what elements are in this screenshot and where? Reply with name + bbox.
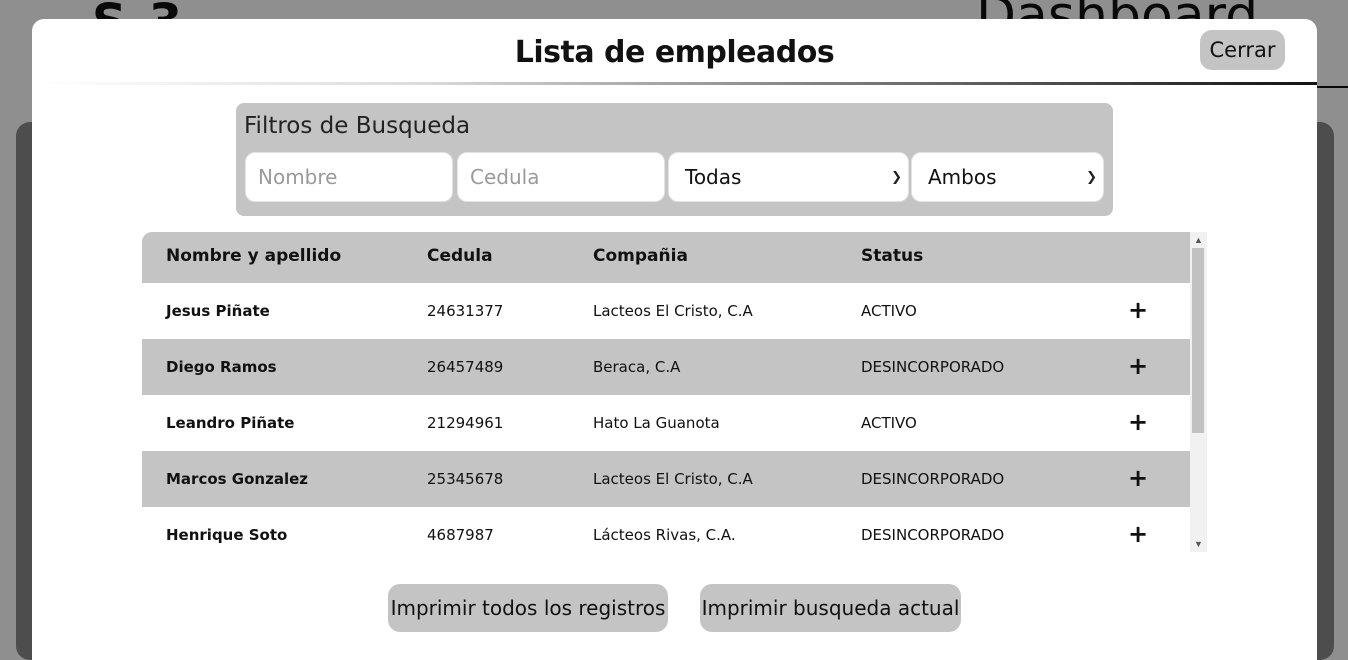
scrollbar-thumb[interactable] (1192, 248, 1204, 433)
company-select-value: Todas (685, 165, 742, 189)
scroll-down-arrow-icon[interactable]: ▼ (1190, 536, 1207, 552)
chevron-down-icon: ❯ (1086, 169, 1097, 185)
employee-name: Marcos Gonzalez (166, 470, 308, 488)
plus-icon[interactable]: + (1126, 407, 1150, 437)
table-row: Henrique Soto 4687987 Lácteos Rivas, C.A… (142, 507, 1190, 563)
employee-name: Jesus Piñate (166, 302, 270, 320)
search-filters-panel: Filtros de Busqueda Todas ❯ Ambos ❯ (236, 103, 1113, 216)
status-select-value: Ambos (928, 165, 997, 189)
employee-company: Lacteos El Cristo, C.A (593, 470, 753, 488)
employee-cedula: 4687987 (427, 526, 494, 544)
employee-company: Beraca, C.A (593, 358, 681, 376)
table-scrollbar[interactable]: ▲ ▼ (1190, 232, 1207, 552)
column-header-name: Nombre y apellido (166, 246, 342, 266)
employee-company: Lacteos El Cristo, C.A (593, 302, 753, 320)
employee-status: DESINCORPORADO (861, 470, 1005, 488)
employee-status: ACTIVO (861, 414, 917, 432)
print-current-search-button[interactable]: Imprimir busqueda actual (700, 584, 961, 632)
plus-icon[interactable]: + (1126, 519, 1150, 549)
employee-cedula: 26457489 (427, 358, 504, 376)
employees-table: Nombre y apellido Cedula Compañia Status… (142, 232, 1207, 552)
company-select[interactable]: Todas ❯ (668, 152, 909, 202)
employee-list-modal: Lista de empleados Cerrar Filtros de Bus… (32, 19, 1317, 660)
name-filter-input[interactable] (245, 152, 453, 202)
plus-icon[interactable]: + (1126, 295, 1150, 325)
column-header-status: Status (861, 246, 924, 266)
employee-cedula: 24631377 (427, 302, 504, 320)
table-row: Jesus Piñate 24631377 Lacteos El Cristo,… (142, 283, 1190, 339)
print-all-button[interactable]: Imprimir todos los registros (388, 584, 668, 632)
title-divider (32, 82, 1317, 85)
status-select[interactable]: Ambos ❯ (911, 152, 1104, 202)
employee-company: Hato La Guanota (593, 414, 720, 432)
employee-cedula: 25345678 (427, 470, 504, 488)
filters-title: Filtros de Busqueda (244, 113, 471, 139)
employee-status: DESINCORPORADO (861, 358, 1005, 376)
table-row: Marcos Gonzalez 25345678 Lacteos El Cris… (142, 451, 1190, 507)
plus-icon[interactable]: + (1126, 463, 1150, 493)
employee-name: Henrique Soto (166, 526, 288, 544)
plus-icon[interactable]: + (1126, 351, 1150, 381)
employee-status: ACTIVO (861, 302, 917, 320)
table-header: Nombre y apellido Cedula Compañia Status (142, 232, 1190, 283)
employee-status: DESINCORPORADO (861, 526, 1005, 544)
close-button[interactable]: Cerrar (1200, 30, 1285, 70)
column-header-company: Compañia (593, 246, 688, 266)
employee-company: Lácteos Rivas, C.A. (593, 526, 736, 544)
employee-cedula: 21294961 (427, 414, 504, 432)
table-row: Diego Ramos 26457489 Beraca, C.A DESINCO… (142, 339, 1190, 395)
column-header-cedula: Cedula (427, 246, 493, 266)
cedula-filter-input[interactable] (457, 152, 665, 202)
scroll-up-arrow-icon[interactable]: ▲ (1190, 232, 1207, 248)
chevron-down-icon: ❯ (891, 169, 902, 185)
modal-title: Lista de empleados (514, 35, 835, 70)
employee-name: Diego Ramos (166, 358, 277, 376)
employee-name: Leandro Piñate (166, 414, 295, 432)
table-row: Leandro Piñate 21294961 Hato La Guanota … (142, 395, 1190, 451)
